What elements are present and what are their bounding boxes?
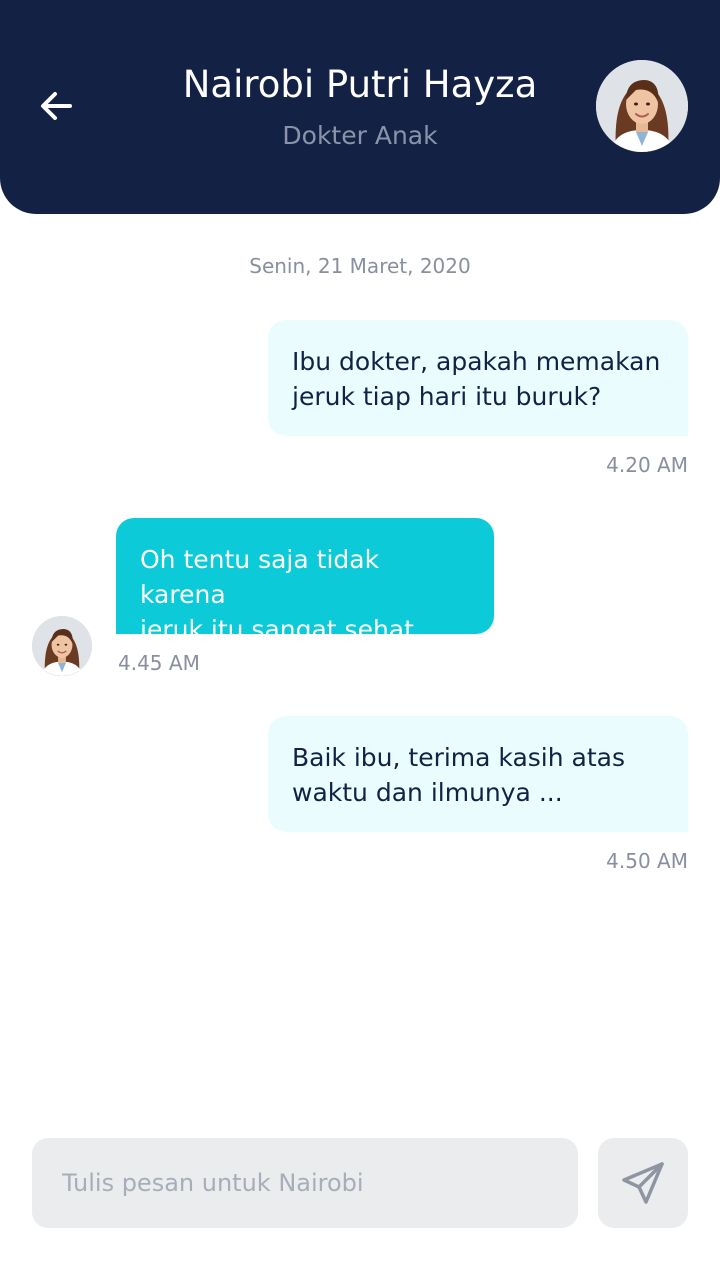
message-input-container [32,1138,578,1228]
incoming-message: Oh tentu saja tidak karena jeruk itu san… [116,518,494,644]
send-button[interactable] [598,1138,688,1228]
message-time: 4.50 AM [606,849,688,873]
chat-header: Nairobi Putri Hayza Dokter Anak [0,0,720,214]
sender-avatar [32,616,92,676]
chat-screen: Nairobi Putri Hayza Dokter Anak Senin, 2… [0,0,720,1280]
contact-role: Dokter Anak [282,121,438,150]
contact-avatar[interactable] [596,60,688,152]
message-text: Baik ibu, terima kasih atas waktu dan il… [292,743,626,807]
contact-name: Nairobi Putri Hayza [182,63,538,106]
date-separator: Senin, 21 Maret, 2020 [249,254,471,278]
doctor-avatar-image [596,60,688,152]
message-text: Ibu dokter, apakah memakan jeruk tiap ha… [292,347,661,411]
message-time: 4.20 AM [606,453,688,477]
outgoing-message: Baik ibu, terima kasih atas waktu dan il… [268,716,688,832]
send-icon [622,1162,664,1204]
back-button[interactable] [30,80,82,132]
outgoing-message: Ibu dokter, apakah memakan jeruk tiap ha… [268,320,688,436]
message-input[interactable] [60,1168,550,1198]
message-time: 4.45 AM [118,651,200,675]
message-text: Oh tentu saja tidak karena jeruk itu san… [140,545,438,644]
doctor-avatar-image [32,616,92,676]
arrow-left-icon [41,92,72,120]
